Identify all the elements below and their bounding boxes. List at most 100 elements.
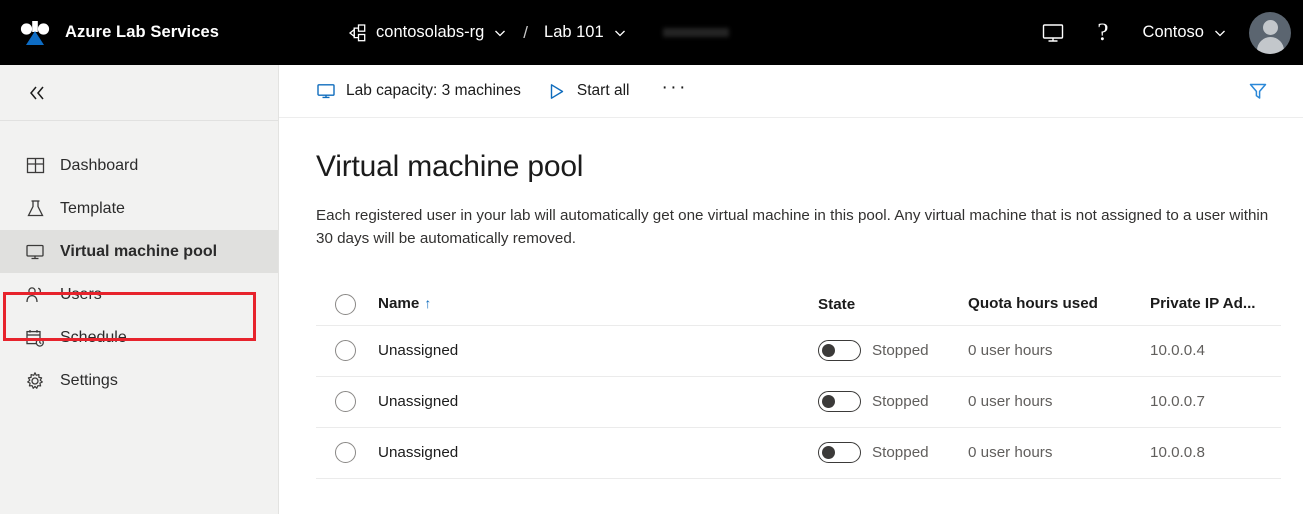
table-row[interactable]: Unassigned Stopped 0 user hours 10.0.0.4 [316,326,1281,377]
page-title: Virtual machine pool [316,150,584,183]
vm-private-ip: 10.0.0.4 [1150,341,1205,359]
cell-state: Stopped [818,391,968,412]
row-select-cell [316,391,378,412]
chevron-down-icon[interactable] [493,26,507,40]
radio-unchecked-icon[interactable] [335,442,356,463]
cell-private-ip: 10.0.0.4 [1150,342,1280,360]
calendar-clock-icon [24,327,46,349]
monitor-icon [316,81,336,101]
sort-ascending-icon: ↑ [424,295,432,311]
top-header-actions: ? Contoso [1025,0,1303,65]
column-header-label: Private IP Ad... [1150,295,1256,312]
sidebar-collapse-button[interactable] [0,65,278,120]
sidebar-item-label: Dashboard [60,156,139,174]
monitor-icon [24,241,46,263]
table-row[interactable]: Unassigned Stopped 0 user hours 10.0.0.8 [316,428,1281,479]
lab-capacity-button[interactable]: Lab capacity: 3 machines [316,65,521,117]
vm-private-ip: 10.0.0.7 [1150,392,1205,410]
tenant-switcher[interactable]: Contoso [1125,23,1241,42]
tenant-name: Contoso [1142,23,1204,41]
page-description: Each registered user in your lab will au… [316,207,1269,248]
cell-state: Stopped [818,340,968,361]
vm-power-toggle[interactable] [818,442,861,463]
avatar-head [1262,19,1278,35]
sidebar-item-label: Settings [60,371,118,389]
help-icon[interactable]: ? [1081,0,1124,65]
virtual-machines-table: Name ↑ State Quota hours used Private IP … [316,284,1281,479]
more-commands-button[interactable]: ··· [655,65,693,117]
select-all-cell [316,293,378,315]
avatar-body [1256,36,1284,54]
row-select-cell [316,340,378,361]
sidebar-item-label: Virtual machine pool [60,242,218,260]
sidebar-item-label: Users [60,285,102,303]
monitor-icon[interactable] [1025,0,1081,65]
dashboard-icon [24,155,46,177]
vm-name: Unassigned [378,443,459,461]
vm-name: Unassigned [378,392,459,410]
sidebar-item-label: Schedule [60,328,127,346]
column-header-label: State [818,295,856,313]
row-select-cell [316,442,378,463]
column-header-private-ip-address[interactable]: Private IP Ad... [1150,295,1280,313]
cell-quota: 0 user hours [968,342,1150,360]
sidebar-item-schedule[interactable]: Schedule [0,316,278,359]
lab-capacity-label: Lab capacity: 3 machines [346,82,521,99]
breadcrumb: contosolabs-rg / Lab 101 [347,23,627,43]
azure-lab-services-app: Azure Lab Services contosolabs-rg / Lab … [0,0,1303,514]
cell-quota: 0 user hours [968,393,1150,411]
main-content: Lab capacity: 3 machines Start all ··· V… [279,65,1303,514]
table-row[interactable]: Unassigned Stopped 0 user hours 10.0.0.7 [316,377,1281,428]
sidebar-item-dashboard[interactable]: Dashboard [0,144,278,187]
column-header-quota-hours-used[interactable]: Quota hours used [968,295,1150,313]
vm-power-toggle[interactable] [818,391,861,412]
vm-quota-hours: 0 user hours [968,392,1053,410]
filter-button[interactable] [1237,65,1279,117]
column-header-label: Name [378,295,420,312]
cell-state: Stopped [818,442,968,463]
column-header-state[interactable]: State [818,296,968,313]
start-all-button[interactable]: Start all [547,65,630,117]
breadcrumb-separator: / [523,22,529,42]
cell-name: Unassigned [378,393,818,411]
vm-name: Unassigned [378,341,459,359]
gear-icon [24,370,46,392]
vm-private-ip: 10.0.0.8 [1150,443,1205,461]
command-bar: Lab capacity: 3 machines Start all ··· [279,65,1303,118]
cell-quota: 0 user hours [968,444,1150,462]
ellipsis-icon: ··· [661,77,688,98]
toggle-knob [822,446,835,459]
toggle-knob [822,344,835,357]
column-header-label: Quota hours used [968,295,1098,312]
sidebar-item-users[interactable]: Users [0,273,278,316]
cell-name: Unassigned [378,444,818,462]
filter-funnel-icon [1247,80,1269,102]
brand-home-link[interactable]: Azure Lab Services [18,18,219,48]
vm-power-toggle[interactable] [818,340,861,361]
cell-private-ip: 10.0.0.7 [1150,393,1280,411]
radio-unchecked-icon[interactable] [335,340,356,361]
cell-name: Unassigned [378,342,818,360]
people-icon [24,284,46,306]
user-avatar[interactable] [1249,11,1291,54]
top-header-bar: Azure Lab Services contosolabs-rg / Lab … [0,0,1303,65]
sidebar-item-virtual-machine-pool[interactable]: Virtual machine pool [0,230,278,273]
start-all-label: Start all [576,82,630,99]
sidebar-item-label: Template [60,199,125,217]
breadcrumb-lab[interactable]: Lab 101 [544,23,604,42]
vm-state-label: Stopped [872,444,929,461]
vm-quota-hours: 0 user hours [968,443,1053,461]
sidebar-item-settings[interactable]: Settings [0,359,278,402]
breadcrumb-resource-group[interactable]: contosolabs-rg [376,23,484,42]
double-chevron-left-icon [26,84,48,102]
sidebar-item-list: Dashboard Template Virtual machine pool … [0,121,278,402]
redacted-bar [662,28,729,37]
vm-state-label: Stopped [872,342,929,359]
column-header-name[interactable]: Name ↑ [378,295,818,313]
brand-title: Azure Lab Services [65,23,220,41]
radio-unchecked-icon[interactable] [335,293,356,315]
chevron-down-icon [1213,26,1227,40]
chevron-down-icon[interactable] [613,26,627,40]
radio-unchecked-icon[interactable] [335,391,356,412]
sidebar-item-template[interactable]: Template [0,187,278,230]
